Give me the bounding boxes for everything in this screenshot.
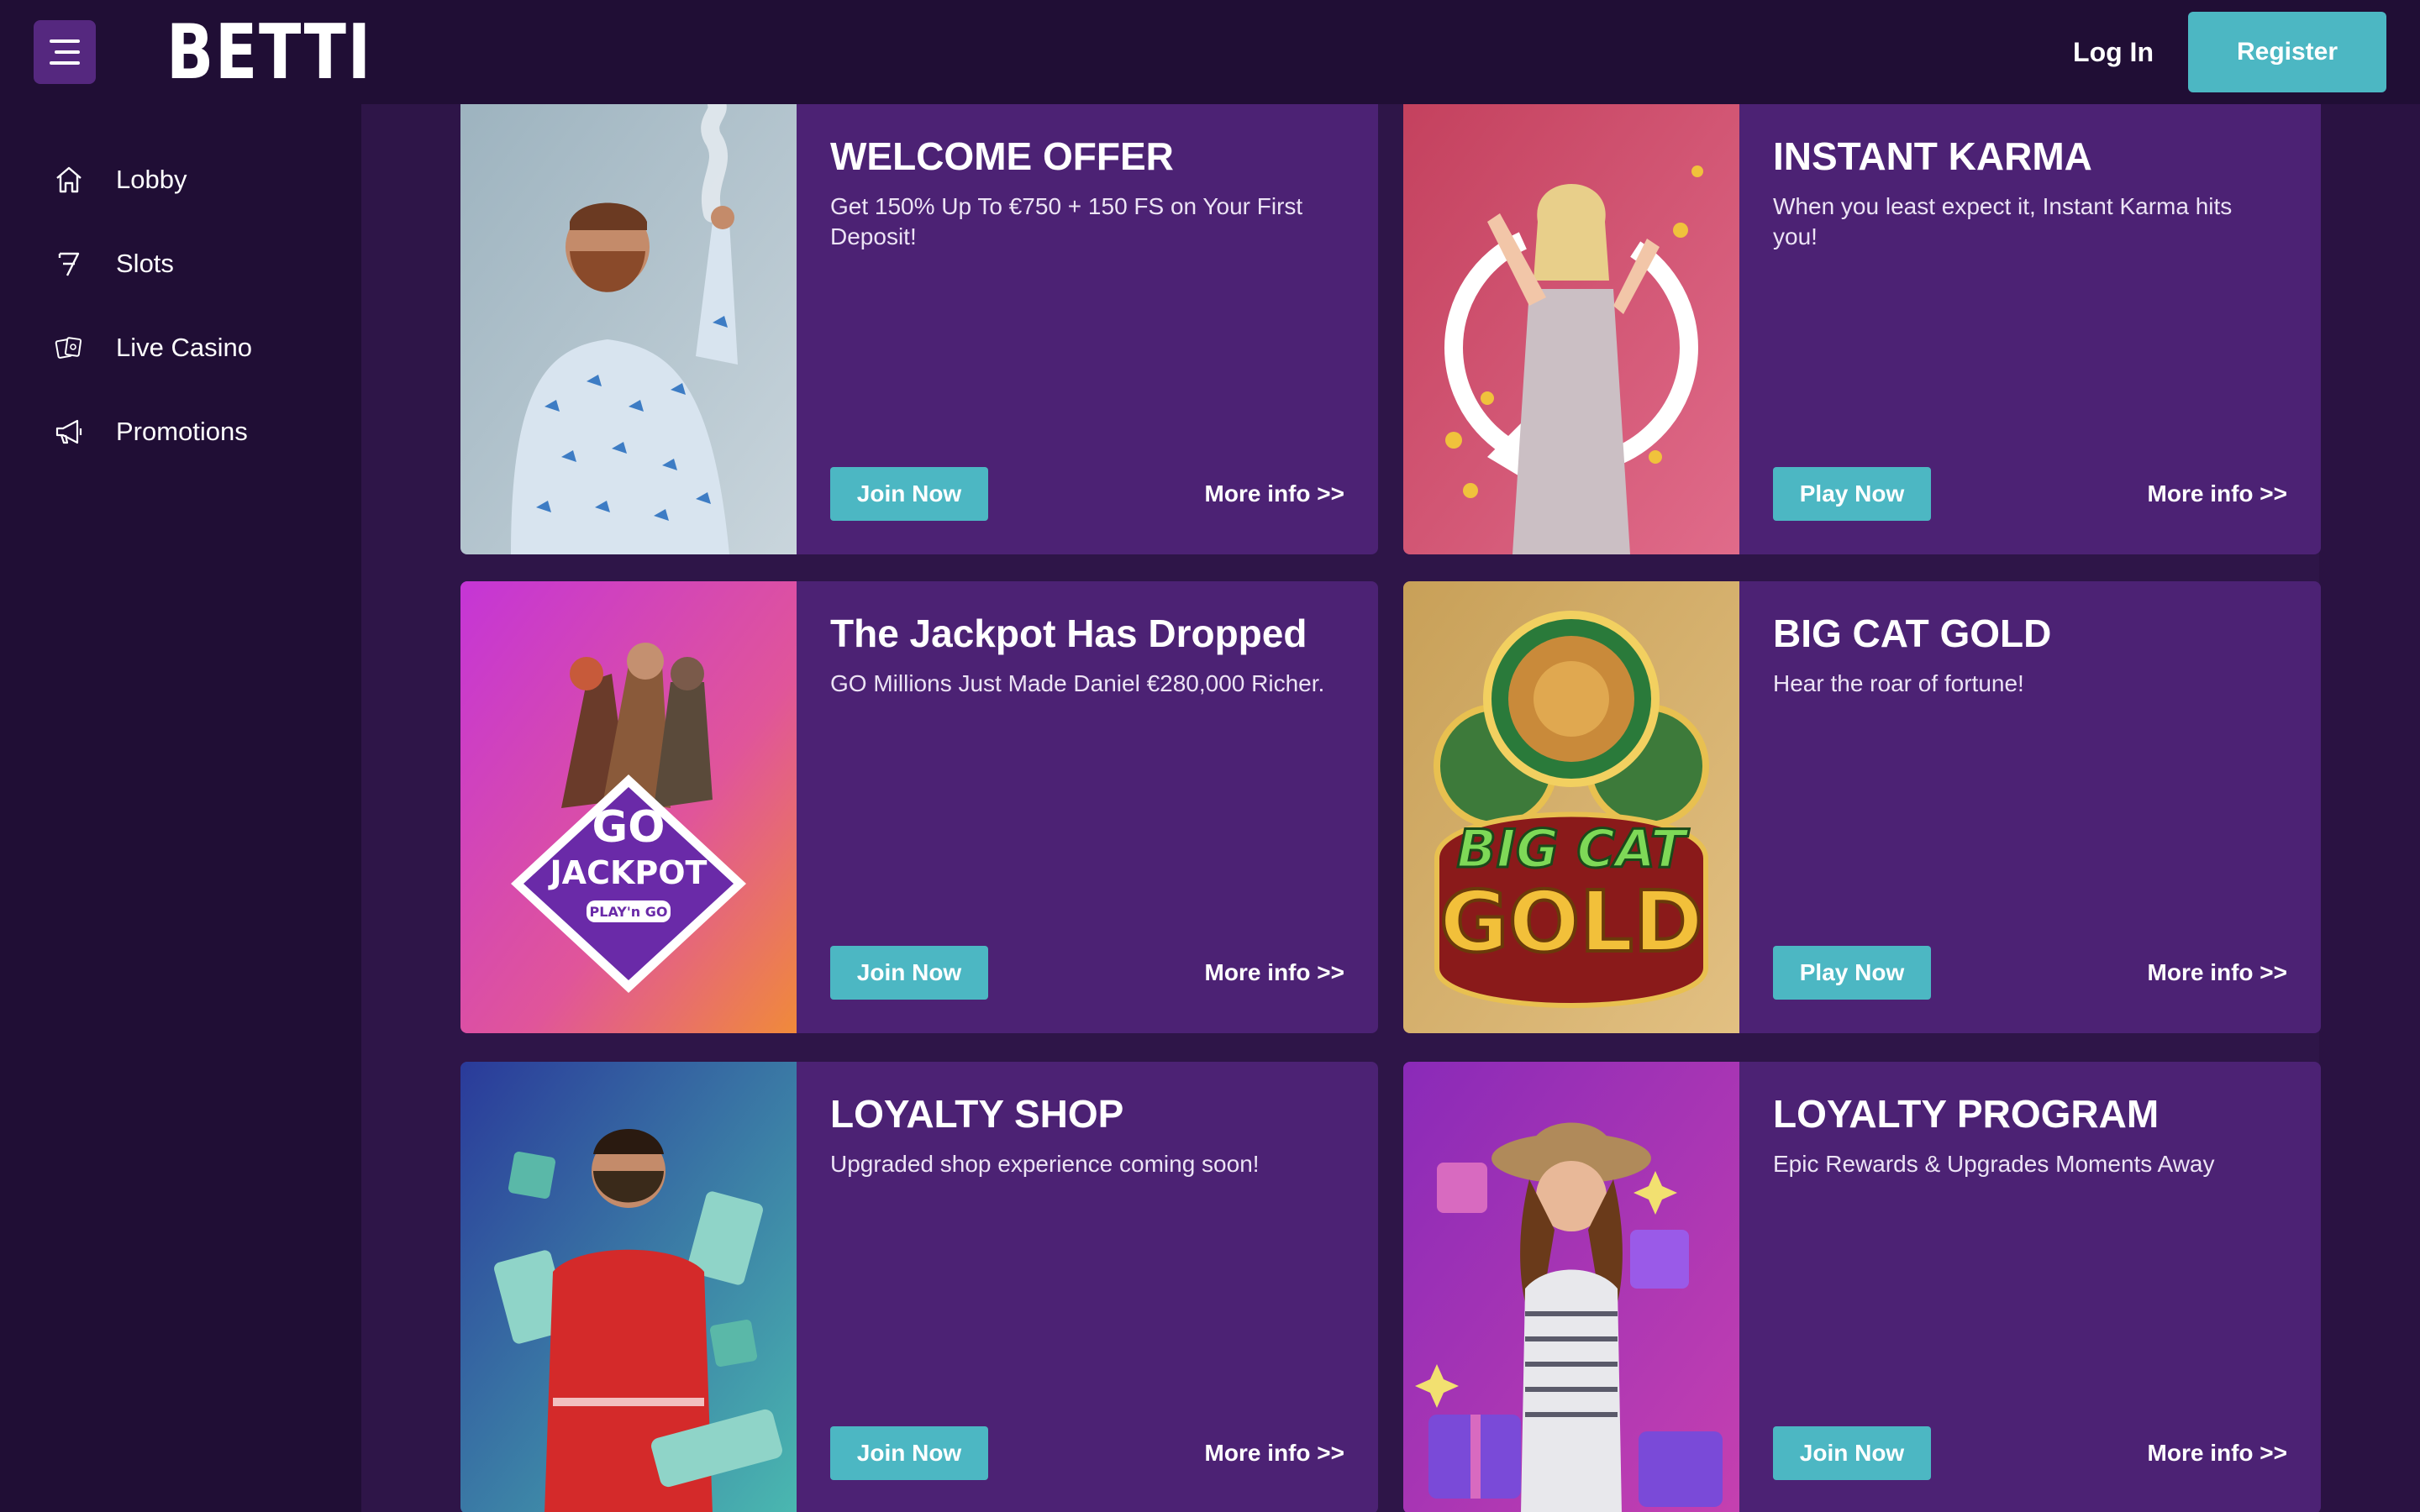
promo-card-big-cat-gold: BIG CAT GOLD BIG CAT GOLD Hear the roar …	[1403, 581, 2321, 1033]
promotions-grid: WELCOME OFFER Get 150% Up To €750 + 150 …	[361, 104, 2321, 1512]
promo-description: Get 150% Up To €750 + 150 FS on Your Fir…	[830, 193, 1303, 249]
promo-card-body: BIG CAT GOLD Hear the roar of fortune! P…	[1773, 581, 2287, 1033]
promo-card-loyalty-program: LOYALTY PROGRAM Epic Rewards & Upgrades …	[1403, 1062, 2321, 1512]
promo-image-woman-with-gifts	[1403, 1062, 1739, 1512]
sidebar: Lobby Slots Live Casino Promotions	[0, 104, 361, 1512]
more-info-link[interactable]: More info >>	[2148, 467, 2287, 521]
promo-title: LOYALTY SHOP	[830, 1092, 1124, 1136]
promo-image-go-jackpot: GO JACKPOT PLAY'n GO	[460, 581, 797, 1033]
promo-image-man-with-cards	[460, 1062, 797, 1512]
promo-card-body: WELCOME OFFER Get 150% Up To €750 + 150 …	[830, 104, 1344, 554]
promo-image-man-with-smoke	[460, 104, 797, 554]
promo-title: BIG CAT GOLD	[1773, 612, 2052, 655]
promo-title: The Jackpot Has Dropped	[830, 612, 1307, 655]
promo-description: GO Millions Just Made Daniel €280,000 Ri…	[830, 670, 1325, 696]
promo-card-loyalty-shop: LOYALTY SHOP Upgraded shop experience co…	[460, 1062, 1378, 1512]
register-button[interactable]: Register	[2188, 12, 2386, 92]
more-info-link[interactable]: More info >>	[2148, 946, 2287, 1000]
hamburger-line	[50, 39, 80, 43]
promo-card-body: LOYALTY PROGRAM Epic Rewards & Upgrades …	[1773, 1062, 2287, 1512]
promo-title: INSTANT KARMA	[1773, 134, 2092, 178]
join-now-button[interactable]: Join Now	[1773, 1426, 1931, 1480]
promo-title: WELCOME OFFER	[830, 134, 1174, 178]
top-header: BETTI Log In Register	[0, 0, 2420, 104]
playngo-logo-text: PLAY'n GO	[590, 904, 668, 920]
promo-image-woman-with-coins	[1403, 104, 1739, 554]
big-cat-gold-logo-text: GOLD	[1439, 873, 1703, 971]
promo-description: Hear the roar of fortune!	[1773, 670, 2024, 696]
play-now-button[interactable]: Play Now	[1773, 467, 1931, 521]
hamburger-line	[55, 50, 80, 54]
join-now-button[interactable]: Join Now	[830, 946, 988, 1000]
promo-description: When you least expect it, Instant Karma …	[1773, 193, 2233, 249]
join-now-button[interactable]: Join Now	[830, 467, 988, 521]
seven-icon	[50, 245, 87, 282]
promo-description: Upgraded shop experience coming soon!	[830, 1151, 1260, 1177]
promo-card-body: LOYALTY SHOP Upgraded shop experience co…	[830, 1062, 1344, 1512]
promo-image-big-cat-gold: BIG CAT GOLD	[1403, 581, 1739, 1033]
hamburger-menu-button[interactable]	[34, 20, 96, 84]
betti-logo[interactable]: BETTI	[166, 15, 372, 91]
sidebar-item-slots[interactable]: Slots	[50, 239, 336, 289]
sidebar-item-live-casino[interactable]: Live Casino	[50, 323, 336, 373]
big-cat-gold-logo-text: BIG CAT	[1457, 818, 1690, 879]
sidebar-item-label: Slots	[116, 249, 174, 278]
sidebar-item-label: Promotions	[116, 417, 248, 446]
sidebar-item-label: Lobby	[116, 165, 187, 194]
cards-icon	[50, 329, 87, 366]
go-jackpot-logo-text: JACKPOT	[548, 854, 708, 891]
sidebar-item-label: Live Casino	[116, 333, 252, 362]
more-info-link[interactable]: More info >>	[1205, 946, 1344, 1000]
join-now-button[interactable]: Join Now	[830, 1426, 988, 1480]
promo-card-body: The Jackpot Has Dropped GO Millions Just…	[830, 581, 1344, 1033]
sidebar-item-promotions[interactable]: Promotions	[50, 407, 336, 457]
more-info-link[interactable]: More info >>	[2148, 1426, 2287, 1480]
promo-title: LOYALTY PROGRAM	[1773, 1092, 2160, 1136]
more-info-link[interactable]: More info >>	[1205, 1426, 1344, 1480]
promo-card-body: INSTANT KARMA When you least expect it, …	[1773, 104, 2287, 554]
sidebar-item-lobby[interactable]: Lobby	[50, 155, 336, 205]
play-now-button[interactable]: Play Now	[1773, 946, 1931, 1000]
more-info-link[interactable]: More info >>	[1205, 467, 1344, 521]
promo-card-jackpot-dropped: GO JACKPOT PLAY'n GO The Jackpot Has Dro…	[460, 581, 1378, 1033]
log-in-link[interactable]: Log In	[2050, 32, 2176, 72]
go-jackpot-logo-text: GO	[592, 802, 666, 853]
megaphone-icon	[50, 413, 87, 450]
promo-card-welcome-offer: WELCOME OFFER Get 150% Up To €750 + 150 …	[460, 104, 1378, 554]
home-icon	[50, 161, 87, 198]
promo-card-instant-karma: INSTANT KARMA When you least expect it, …	[1403, 104, 2321, 554]
hamburger-line	[50, 61, 80, 65]
promo-description: Epic Rewards & Upgrades Moments Away	[1773, 1151, 2215, 1177]
